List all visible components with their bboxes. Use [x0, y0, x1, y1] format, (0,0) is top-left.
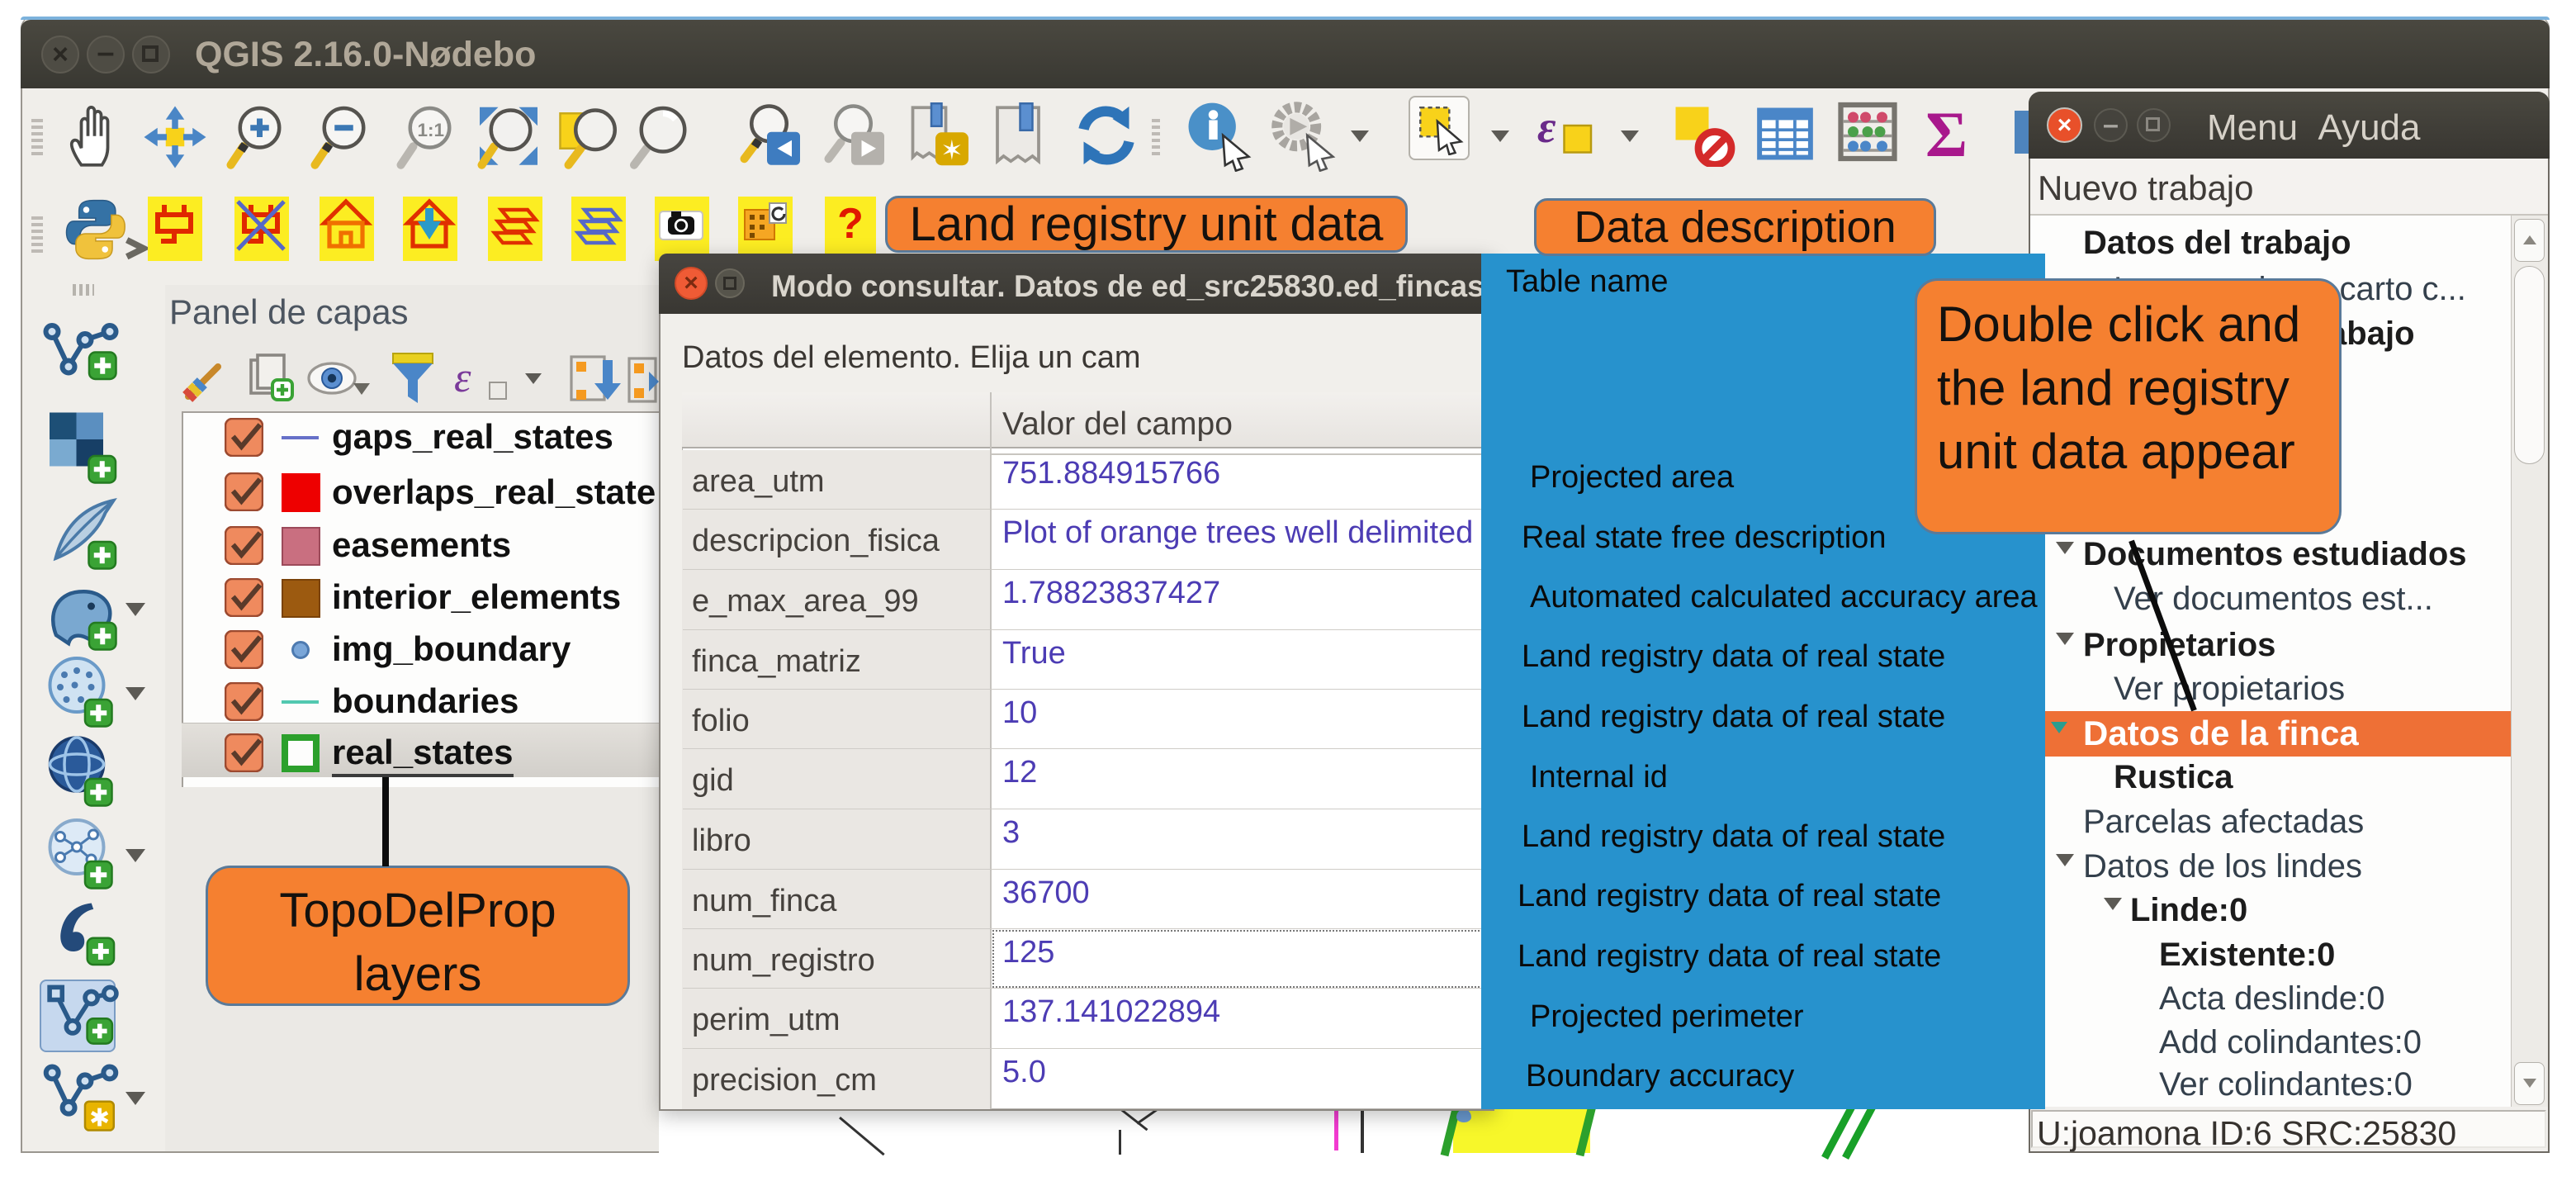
svg-text:✶: ✶	[940, 135, 963, 165]
svg-text:ε: ε	[1537, 102, 1556, 152]
svg-text:1:1: 1:1	[418, 120, 445, 140]
svg-text:✱: ✱	[89, 1105, 110, 1132]
